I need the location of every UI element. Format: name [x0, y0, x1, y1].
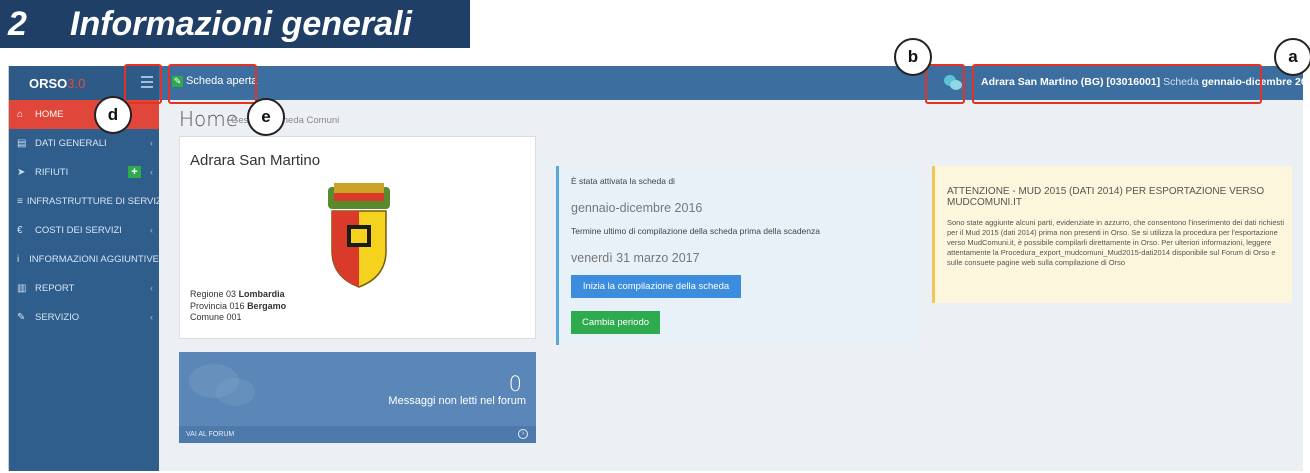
sidebar-item-informazioni[interactable]: i INFORMAZIONI AGGIUNTIVE: [9, 245, 159, 274]
sidebar-item-servizio[interactable]: ✎ SERVIZIO ‹: [9, 303, 159, 332]
forum-link-label: VAI AL FORUM: [186, 431, 235, 438]
callout-box-e: [168, 64, 257, 104]
comune-code: Comune 001: [190, 312, 242, 322]
forum-unread-count: 0: [508, 372, 522, 396]
attenzione-title: ATTENZIONE - MUD 2015 (DATI 2014) PER ES…: [947, 186, 1265, 208]
callout-letter-b: b: [894, 38, 932, 76]
logo-version: 3.0: [67, 75, 86, 91]
callout-letter-d: d: [94, 96, 132, 134]
main-content: Home Gestione Scheda Comuni Adrara San M…: [159, 100, 1303, 471]
sidebar-item-rifiuti[interactable]: ➤ RIFIUTI + ‹: [9, 158, 159, 187]
provincia-value: Bergamo: [247, 300, 287, 311]
sidebar-item-label: REPORT: [35, 283, 75, 294]
inizia-compilazione-button[interactable]: Inizia la compilazione della scheda: [571, 275, 741, 298]
chevron-left-icon: ‹: [150, 225, 153, 235]
database-icon: ≡: [17, 196, 23, 207]
attenzione-callout: ATTENZIONE - MUD 2015 (DATI 2014) PER ES…: [932, 166, 1292, 303]
scheda-info-box: È stata attivata la scheda di gennaio-di…: [556, 166, 920, 345]
forum-unread-label: Messaggi non letti nel forum: [388, 395, 526, 407]
home-icon: ⌂: [17, 109, 24, 120]
callout-box-b: [925, 64, 965, 104]
callout-letter-a: a: [1274, 38, 1310, 76]
sidebar-item-report[interactable]: ▥ REPORT ‹: [9, 274, 159, 303]
scheda-periodo: gennaio-dicembre 2016: [571, 201, 703, 215]
forum-link[interactable]: VAI AL FORUM ›: [179, 426, 536, 443]
sidebar-item-label: RIFIUTI: [35, 167, 69, 178]
page-title: Home: [179, 107, 239, 131]
sidebar-item-infrastrutture[interactable]: ≡ INFRASTRUTTURE DI SERVIZIO: [9, 187, 172, 216]
scheda-scadenza: venerdì 31 marzo 2017: [571, 251, 700, 265]
sidebar-item-label: DATI GENERALI: [35, 138, 107, 149]
chat-bubble-icon: [215, 378, 255, 406]
comune-crest-image: [328, 183, 390, 288]
euro-icon: €: [17, 225, 23, 236]
document-heading: 2 Informazioni generali: [0, 0, 470, 48]
sidebar-item-label: COSTI DEI SERVIZI: [35, 225, 122, 236]
info-icon: i: [17, 254, 20, 265]
comune-meta: Regione 03 Lombardia Provincia 016 Berga…: [190, 289, 286, 324]
sidebar-item-label: SERVIZIO: [35, 312, 80, 323]
callout-box-a: [972, 64, 1262, 104]
comune-name: Adrara San Martino: [190, 152, 321, 169]
sidebar-item-dati-generali[interactable]: ▤ DATI GENERALI ‹: [9, 129, 159, 158]
regione-label: Regione 03: [190, 289, 237, 299]
chevron-left-icon: ‹: [150, 283, 153, 293]
forum-card: 0 Messaggi non letti nel forum VAI AL FO…: [179, 352, 536, 443]
chevron-left-icon: ‹: [150, 167, 153, 177]
provincia-label: Provincia 016: [190, 300, 245, 311]
heading-title: Informazioni generali: [70, 4, 412, 43]
logo-name: ORSO: [29, 75, 68, 91]
cambia-periodo-button[interactable]: Cambia periodo: [571, 311, 660, 334]
plus-icon[interactable]: +: [128, 166, 141, 178]
regione-value: Lombardia: [238, 289, 285, 299]
wrench-icon: ✎: [17, 312, 26, 323]
chevron-left-icon: ‹: [150, 312, 153, 322]
scheda-termine-text: Termine ultimo di compilazione della sch…: [571, 226, 820, 236]
scheda-attivata-text: È stata attivata la scheda di: [571, 176, 675, 186]
send-icon: ➤: [17, 167, 26, 178]
sidebar-item-label: INFRASTRUTTURE DI SERVIZIO: [26, 196, 172, 207]
app-screenshot: ORSO 3.0 ✎ Scheda aperta Adrara San Marti…: [8, 66, 1303, 471]
attenzione-body: Sono state aggiunte alcuni parti, eviden…: [947, 218, 1285, 267]
heading-number: 2: [8, 4, 27, 43]
arrow-right-icon: ›: [518, 429, 528, 439]
chart-icon: ▥: [17, 283, 27, 294]
sidebar-item-label: HOME: [35, 109, 64, 120]
document-icon: ▤: [17, 138, 27, 149]
sidebar: ⌂ HOME ▤ DATI GENERALI ‹ ➤ RIFIUTI + ‹ ≡…: [9, 100, 172, 471]
chevron-left-icon: ‹: [150, 138, 153, 148]
sidebar-item-home[interactable]: ⌂ HOME: [9, 100, 159, 129]
comune-card: Adrara San Martino Regione 03 Lombardia …: [179, 136, 536, 339]
sidebar-item-label: INFORMAZIONI AGGIUNTIVE: [29, 254, 159, 265]
callout-letter-e: e: [247, 98, 285, 136]
sidebar-item-costi[interactable]: € COSTI DEI SERVIZI ‹: [9, 216, 159, 245]
callout-box-d: [124, 64, 162, 104]
